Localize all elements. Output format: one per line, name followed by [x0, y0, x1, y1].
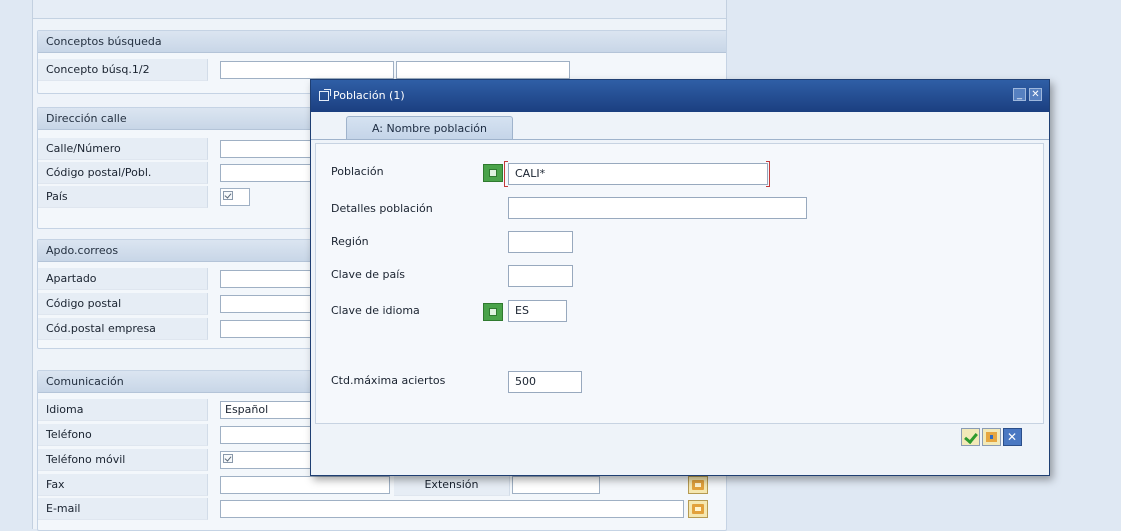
selection-option-icon[interactable]	[483, 303, 503, 321]
field-label: Apartado	[38, 268, 208, 290]
fax-input[interactable]	[220, 476, 390, 494]
cod-postal-empresa-input[interactable]	[220, 320, 320, 338]
apartado-input[interactable]	[220, 270, 320, 288]
field-label: Código postal	[38, 293, 208, 315]
extension-input[interactable]	[512, 476, 600, 494]
max-aciertos-input[interactable]: 500	[508, 371, 582, 393]
search-help-icon	[319, 89, 331, 101]
cancel-button[interactable]	[1003, 428, 1022, 446]
field-label: E-mail	[38, 498, 208, 520]
clave-pais-input[interactable]	[508, 265, 573, 287]
field-label: Calle/Número	[38, 138, 208, 160]
calle-numero-input[interactable]	[220, 140, 320, 158]
multiple-selection-button[interactable]	[982, 428, 1001, 446]
field-label: Idioma	[38, 399, 208, 421]
row-fax: Fax Extensión	[38, 474, 726, 496]
email-input[interactable]	[220, 500, 684, 518]
email-more-button[interactable]	[688, 500, 708, 518]
region-input[interactable]	[508, 231, 573, 253]
field-label: Teléfono	[38, 424, 208, 446]
dialog-titlebar[interactable]: Población (1) _ ✕	[311, 80, 1049, 112]
clave-idioma-label: Clave de idioma	[331, 304, 420, 317]
field-label: Concepto búsq.1/2	[38, 59, 208, 81]
checkbox-icon[interactable]	[223, 191, 233, 200]
poblacion-dialog: Población (1) _ ✕ A: Nombre población Po…	[310, 79, 1050, 476]
field-label: Fax	[38, 474, 208, 496]
top-strip	[33, 0, 726, 19]
detalles-poblacion-input[interactable]	[508, 197, 807, 219]
field-label: Cód.postal empresa	[38, 318, 208, 340]
field-label: Código postal/Pobl.	[38, 162, 208, 184]
max-aciertos-label: Ctd.máxima aciertos	[331, 374, 446, 387]
checkbox-icon[interactable]	[223, 454, 233, 463]
minimize-icon[interactable]: _	[1013, 88, 1026, 101]
dialog-title: Población (1)	[333, 89, 405, 102]
row-email: E-mail	[38, 498, 726, 520]
apdo-codigo-postal-input[interactable]	[220, 295, 320, 313]
telefono-movil-input[interactable]	[220, 451, 320, 469]
field-label: País	[38, 186, 208, 208]
tab-divider	[311, 139, 1049, 140]
concepto-busqueda-2-input[interactable]	[396, 61, 570, 79]
continue-button[interactable]	[961, 428, 980, 446]
tab-nombre-poblacion[interactable]: A: Nombre población	[346, 116, 513, 140]
detalles-poblacion-label: Detalles población	[331, 202, 433, 215]
selection-option-icon[interactable]	[483, 164, 503, 182]
concepto-busqueda-1-input[interactable]	[220, 61, 394, 79]
idioma-input[interactable]: Español	[220, 401, 320, 419]
close-icon[interactable]: ✕	[1029, 88, 1042, 101]
focus-bracket-right	[766, 161, 770, 187]
codigo-postal-input[interactable]	[220, 164, 320, 182]
region-label: Región	[331, 235, 369, 248]
clave-idioma-input[interactable]: ES	[508, 300, 567, 322]
fax-more-button[interactable]	[688, 476, 708, 494]
clave-pais-label: Clave de país	[331, 268, 406, 281]
section-title: Conceptos búsqueda	[38, 31, 726, 53]
field-label: Teléfono móvil	[38, 449, 208, 471]
poblacion-input[interactable]: CALI*	[508, 163, 768, 185]
telefono-input[interactable]	[220, 426, 320, 444]
row-concepto-busqueda: Concepto búsq.1/2	[38, 59, 726, 81]
poblacion-label: Población	[331, 165, 384, 178]
dialog-body: Población CALI* Detalles población Regió…	[315, 143, 1044, 424]
extension-label: Extensión	[394, 474, 510, 496]
